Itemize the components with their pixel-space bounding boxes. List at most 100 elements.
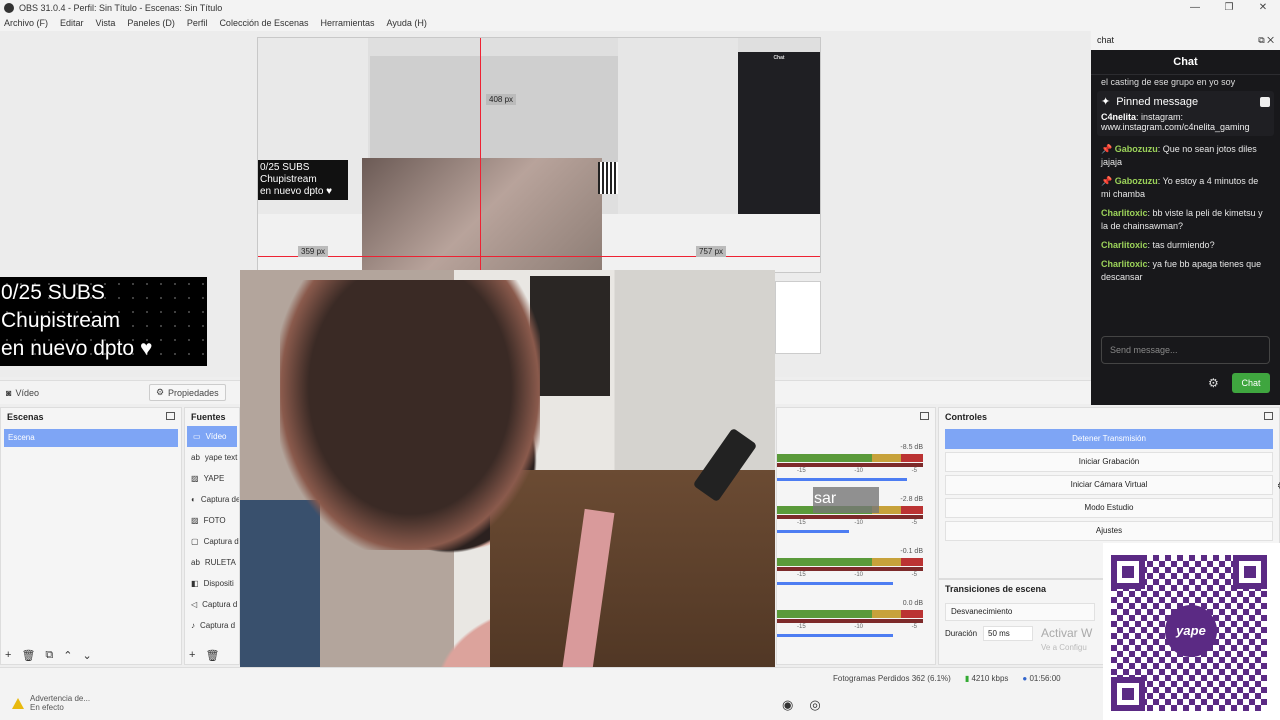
source-item[interactable]: ♪ Captura d <box>185 615 239 636</box>
obs-logo-icon <box>4 2 14 13</box>
maximize-button[interactable]: ❐ <box>1212 0 1246 15</box>
mixer-header <box>777 408 935 426</box>
settings-button[interactable]: Ajustes <box>945 521 1273 541</box>
activation-watermark: Activar W <box>1041 626 1093 640</box>
nested-webcam <box>362 158 602 272</box>
db-readout: -0.1 dB <box>900 548 923 555</box>
mixer-channel: 0.0 dB -15 -10 -5 <box>777 600 927 648</box>
obs-app-icon[interactable]: ◎ <box>809 697 820 713</box>
subs-overlay[interactable]: 0/25 SUBS Chupistream en nuevo dpto ♥ <box>0 277 207 366</box>
level-meter <box>777 454 923 462</box>
menu-editar[interactable]: Editar <box>60 18 84 28</box>
chat-username[interactable]: Charlitoxic <box>1101 240 1148 250</box>
yape-qr-code: yape <box>1103 543 1280 720</box>
menu-herramientas[interactable]: Herramientas <box>321 18 375 28</box>
nested-overlay-line: Chupistream <box>260 174 317 185</box>
source-label: Dispositi <box>203 579 234 588</box>
db-readout: -8.5 dB <box>900 444 923 451</box>
menu-paneles[interactable]: Paneles (D) <box>127 18 175 28</box>
pinned-message: ✦ Pinned message C4nelita: instagram: ww… <box>1097 91 1274 136</box>
source-item[interactable]: ab yape text <box>185 447 239 468</box>
volume-slider[interactable] <box>777 478 907 481</box>
trash-icon[interactable]: 🗑 <box>21 649 35 662</box>
chat-messages: 📌 Gabozuzu: Que no sean jotos diles jaja… <box>1091 140 1280 287</box>
chat-username[interactable]: Charlitoxic <box>1101 259 1148 269</box>
chat-username[interactable]: Charlitoxic <box>1101 208 1148 218</box>
properties-button[interactable]: ⚙ Propiedades <box>148 384 226 401</box>
filter-icon[interactable]: ⧉ <box>45 649 53 662</box>
gamepad-icon: ◐ <box>191 495 196 504</box>
undock-icon[interactable] <box>1264 412 1273 420</box>
undock-icon[interactable] <box>920 412 929 420</box>
stop-streaming-button[interactable]: Detener Transmisión <box>945 429 1273 449</box>
lock-icon[interactable] <box>1260 96 1270 107</box>
move-down-icon[interactable]: ⌄ <box>82 649 91 662</box>
move-up-icon[interactable]: ⌃ <box>63 649 72 662</box>
source-item[interactable]: ab RULETA <box>185 552 239 573</box>
chat-message: Charlitoxic: ya fue bb apaga tienes que … <box>1101 259 1262 282</box>
source-item[interactable]: ▭ Vídeo <box>187 426 237 447</box>
nested-overlay-line: 0/25 SUBS <box>260 162 310 173</box>
nested-preview-capture: Chat 0/25 SUBS Chupistream en nuevo dpto… <box>257 37 821 273</box>
qr-finder <box>1233 555 1267 589</box>
nested-chat-panel: Chat <box>738 52 820 218</box>
chat-username[interactable]: Gabozuzu <box>1115 144 1158 154</box>
add-icon[interactable]: + <box>5 649 11 662</box>
qr-source-preview[interactable] <box>775 281 821 354</box>
volume-slider[interactable] <box>777 634 893 637</box>
gear-icon[interactable]: ⚙ <box>1208 376 1219 390</box>
px-label: 359 px <box>298 246 329 257</box>
overlay-text: sar <box>814 490 837 507</box>
level-meter-secondary <box>777 619 923 623</box>
level-meter <box>777 610 923 618</box>
chat-message-input[interactable]: Send message... <box>1101 336 1270 364</box>
source-label: FOTO <box>203 516 226 525</box>
menu-perfil[interactable]: Perfil <box>187 18 208 28</box>
chat-message: 📌 Gabozuzu: Que no sean jotos diles jaja… <box>1101 144 1257 167</box>
qr-finder <box>1111 555 1145 589</box>
duration-input[interactable]: 50 ms <box>983 626 1034 641</box>
source-item[interactable]: ◐ Captura de <box>185 489 239 510</box>
source-item[interactable]: ▨ FOTO <box>185 510 239 531</box>
chat-send-button[interactable]: Chat <box>1232 373 1270 393</box>
menu-coleccion-escenas[interactable]: Colección de Escenas <box>219 18 308 28</box>
scene-item[interactable]: Escena <box>4 429 178 447</box>
undock-icon[interactable] <box>166 412 175 420</box>
trash-icon[interactable]: 🗑 <box>205 649 219 662</box>
add-icon[interactable]: + <box>189 649 195 662</box>
chat-truncated-message: el casting de ese grupo en yo soy <box>1101 77 1236 87</box>
source-item[interactable]: ◧ Dispositi <box>185 573 239 594</box>
bitrate: ▮ 4210 kbps <box>964 674 1009 683</box>
dock-controls[interactable]: ⧉ ✕ <box>1258 35 1274 46</box>
transition-select[interactable]: Desvanecimiento <box>945 603 1095 621</box>
text-icon: ab <box>191 558 200 567</box>
minimize-button[interactable]: — <box>1178 0 1212 15</box>
source-item[interactable]: ◁ Captura d <box>185 594 239 615</box>
nested-chat-title: Chat <box>773 55 785 61</box>
pinned-user[interactable]: C4nelita <box>1101 112 1136 122</box>
warning-notice[interactable]: Advertencia de... En efecto <box>12 694 90 712</box>
menu-archivo[interactable]: Archivo (F) <box>4 18 48 28</box>
close-button[interactable]: ✕ <box>1246 0 1280 15</box>
studio-mode-button[interactable]: Modo Estudio <box>945 498 1273 518</box>
webcam-feed <box>240 270 775 720</box>
volume-slider[interactable] <box>777 530 849 533</box>
level-meter <box>777 558 923 566</box>
audio-icon: ◧ <box>191 579 199 588</box>
source-item[interactable]: ▢ Captura de <box>185 531 239 552</box>
volume-slider[interactable] <box>777 582 893 585</box>
px-label: 757 px <box>696 246 727 257</box>
record-app-icon[interactable]: ◉ <box>782 697 793 713</box>
source-label: Captura de <box>200 495 240 504</box>
menu-ayuda[interactable]: Ayuda (H) <box>387 18 427 28</box>
nested-overlay-line: en nuevo dpto ♥ <box>260 186 333 197</box>
start-virtual-camera-button[interactable]: Iniciar Cámara Virtual ⚙ <box>945 475 1280 495</box>
start-recording-button[interactable]: Iniciar Grabación <box>945 452 1273 472</box>
scenes-header: Escenas <box>1 408 181 426</box>
source-item[interactable]: ▨ YAPE <box>185 468 239 489</box>
source-label: Captura d <box>202 600 238 609</box>
menu-vista[interactable]: Vista <box>96 18 116 28</box>
chat-username[interactable]: Gabozuzu <box>1115 176 1158 186</box>
warning-icon <box>12 697 24 709</box>
window-title: OBS 31.0.4 - Perfil: Sin Título - Escena… <box>19 2 223 13</box>
